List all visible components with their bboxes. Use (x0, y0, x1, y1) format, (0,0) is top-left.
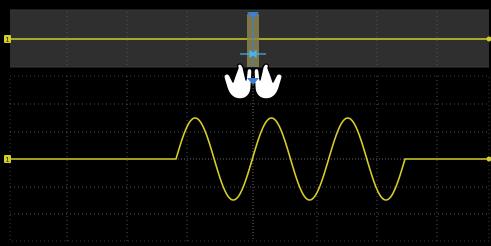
main-channel-label: 1 (6, 157, 10, 164)
overview-channel-marker[interactable]: 1 (4, 35, 11, 44)
left-hand-icon (223, 63, 253, 100)
overview-panel[interactable]: 1 (4, 9, 491, 68)
two-finger-pinch-icon (223, 63, 283, 100)
main-trace-end-dot (486, 156, 491, 162)
main-waveform-trace (10, 117, 489, 201)
main-waveform-panel[interactable]: 1 (4, 75, 491, 242)
oscilloscope-display[interactable]: 1 1 (0, 0, 491, 246)
overview-channel-label: 1 (6, 37, 10, 44)
main-channel-marker[interactable]: 1 (4, 155, 11, 164)
right-hand-icon (253, 63, 283, 100)
